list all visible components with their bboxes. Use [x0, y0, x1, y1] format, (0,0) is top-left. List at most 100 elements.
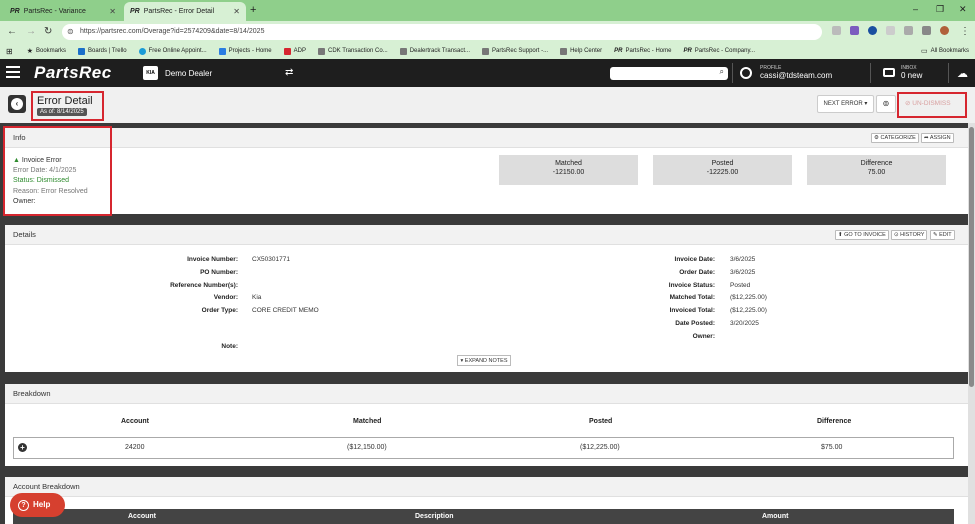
bookmark-help-center[interactable]: Help Center	[560, 47, 602, 55]
invoice-number-value: CX50301771	[252, 256, 290, 263]
bookmark-appointments[interactable]: Free Online Appoint...	[138, 47, 207, 55]
page-title: Error Detail	[37, 95, 93, 107]
new-tab-icon[interactable]: +	[250, 4, 256, 16]
scrollbar-thumb[interactable]	[969, 127, 974, 387]
po-number-label: PO Number:	[200, 268, 238, 276]
go-to-invoice-button[interactable]: ⬆ GO TO INVOICE	[835, 230, 889, 240]
bookmark-partsrec-home[interactable]: PR PartsRec - Home	[614, 48, 671, 54]
owner-value	[730, 331, 767, 344]
row-account: 24200	[125, 444, 145, 451]
vendor-label: Vendor:	[213, 294, 238, 302]
extension-icon[interactable]	[832, 26, 841, 35]
page-icon	[560, 47, 568, 55]
column-header-posted: Posted	[589, 418, 613, 425]
browser-menu-icon[interactable]: ⋮	[960, 26, 970, 37]
column-header-account: Account	[128, 513, 156, 520]
detail-left-values: CX50301771 Kia CORE CREDIT MEMO	[252, 254, 319, 318]
column-header-description: Description	[415, 513, 454, 520]
back-nav-icon[interactable]: ←	[7, 26, 17, 37]
inbox-count[interactable]: 0 new	[901, 71, 922, 80]
assign-button[interactable]: ➦ ASSIGN	[921, 133, 954, 143]
page-icon	[317, 47, 325, 55]
bookmark-projects[interactable]: Projects - Home	[218, 47, 272, 55]
invoice-status-value: Posted	[730, 281, 751, 289]
dealer-name[interactable]: Demo Dealer	[165, 69, 212, 78]
matched-total-value: ($12,225.00)	[730, 294, 767, 302]
tab-label: PartsRec - Variance	[23, 8, 86, 15]
invoiced-total-value: ($12,225.00)	[730, 307, 767, 315]
pen-extension-icon[interactable]	[850, 26, 859, 35]
apps-grid-icon[interactable]: ⊞	[6, 47, 13, 56]
bookmark-trello[interactable]: Boards | Trello	[78, 47, 127, 55]
invoiced-total-label: Invoiced Total:	[669, 307, 715, 315]
expand-row-icon[interactable]: +	[18, 443, 27, 452]
bookmark-bookmarks[interactable]: ★ Bookmarks	[27, 47, 66, 55]
forward-nav-icon[interactable]: →	[26, 26, 36, 37]
reason-text: Reason: Error Resolved	[13, 187, 88, 195]
avatar[interactable]	[940, 26, 949, 35]
row-difference: $75.00	[821, 444, 843, 451]
row-matched: ($12,150.00)	[347, 444, 387, 451]
invoice-date-value: 3/6/2025	[730, 256, 756, 263]
user-icon[interactable]	[740, 67, 752, 79]
next-error-button[interactable]: NEXT ERROR ▾	[817, 95, 874, 113]
invoice-status-label: Invoice Status:	[668, 281, 715, 289]
bookmark-cdk[interactable]: CDK Transaction Co...	[317, 47, 388, 55]
warning-icon: ▲	[13, 157, 20, 164]
site-info-icon[interactable]: ⊜	[67, 24, 74, 40]
categorize-button[interactable]: ⚙ CATEGORIZE	[871, 133, 919, 143]
history-button[interactable]: ⊙ HISTORY	[891, 230, 928, 240]
shuffle-icon[interactable]: ⇄	[285, 67, 293, 78]
back-button[interactable]: ‹	[8, 95, 26, 113]
row-posted: ($12,225.00)	[580, 444, 620, 451]
expand-notes-button[interactable]: ▾ EXPAND NOTES	[457, 355, 511, 366]
appointment-icon	[138, 47, 146, 55]
cloud-upload-icon[interactable]: ☁	[957, 67, 968, 80]
close-tab-icon[interactable]: ✕	[109, 7, 116, 16]
downloads-icon[interactable]	[904, 26, 913, 35]
stat-value: -12225.00	[706, 169, 739, 176]
stat-label: Difference	[860, 160, 893, 167]
search-input[interactable]: ⌕	[610, 67, 728, 80]
browser-tab-error-detail[interactable]: PR PartsRec - Error Detail ✕	[124, 2, 246, 21]
inbox-icon[interactable]	[883, 68, 895, 77]
search-icon[interactable]: ⌕	[720, 67, 724, 77]
sidepanel-icon[interactable]	[922, 26, 931, 35]
bookmark-partsrec-company[interactable]: PR PartsRec - Company...	[683, 48, 755, 54]
bookmark-partsrec-support[interactable]: PartsRec Support -...	[482, 47, 548, 55]
stat-value: 75.00	[867, 169, 886, 176]
divider	[732, 63, 733, 83]
reload-icon[interactable]: ↻	[44, 26, 52, 37]
browser-tab-variance[interactable]: PR PartsRec - Variance ✕	[4, 2, 122, 21]
breakdown-card-header: Breakdown	[5, 384, 968, 404]
url-text: https://partsrec.com/Overage?id=2574209&…	[80, 28, 265, 35]
owner-text: Owner:	[13, 197, 36, 205]
profile-email[interactable]: cassi@tdsteam.com	[760, 71, 832, 80]
edit-button[interactable]: ✎ EDIT	[930, 230, 955, 240]
help-button[interactable]: ? Help	[10, 493, 65, 517]
close-tab-icon[interactable]: ✕	[233, 7, 240, 16]
table-row[interactable]	[13, 437, 954, 459]
all-bookmarks[interactable]: ▭ All Bookmarks	[921, 47, 969, 55]
url-field[interactable]: ⊜ https://partsrec.com/Overage?id=257420…	[62, 24, 822, 40]
minimize-icon[interactable]: –	[913, 4, 918, 14]
puzzle-icon[interactable]	[886, 26, 895, 35]
column-header-difference: Difference	[817, 418, 852, 425]
question-icon: ?	[18, 500, 29, 511]
trello-icon	[78, 47, 85, 55]
reference-number-value	[252, 280, 319, 293]
stat-label: Posted	[711, 160, 734, 167]
brand-logo[interactable]: PartsRec	[34, 63, 112, 83]
order-date-label: Order Date:	[679, 268, 715, 276]
target-icon[interactable]: ⊚	[876, 95, 896, 113]
folder-icon: ▭	[921, 48, 928, 55]
undismiss-button[interactable]: ⊘ UN-DISMISS	[905, 99, 951, 107]
bookmark-adp[interactable]: ADP	[283, 47, 306, 55]
hamburger-menu-icon[interactable]	[6, 66, 20, 78]
bookmark-dealertrack[interactable]: Dealertrack Transact...	[399, 47, 470, 55]
close-window-icon[interactable]: ✕	[959, 4, 967, 15]
restore-icon[interactable]: ❐	[936, 4, 944, 15]
adp-icon	[283, 47, 291, 55]
projects-icon	[218, 47, 226, 55]
circle-extension-icon[interactable]	[868, 26, 877, 35]
